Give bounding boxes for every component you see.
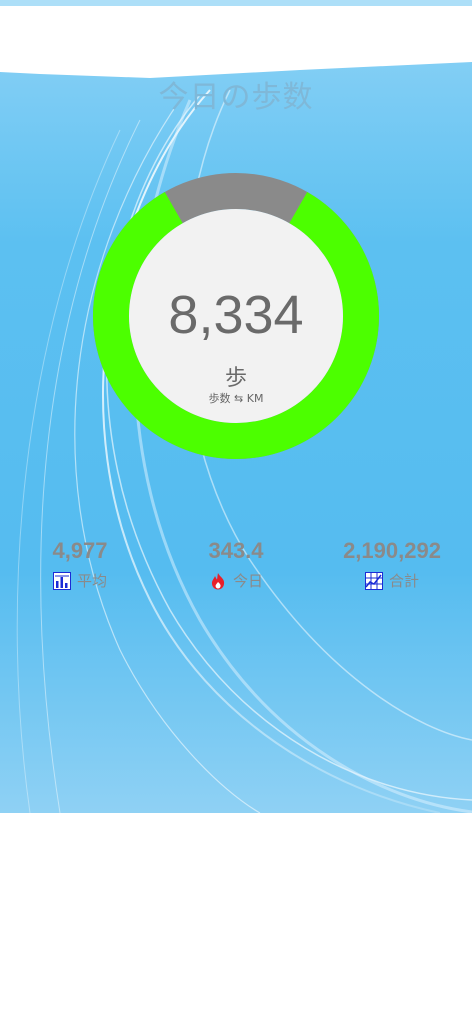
page-title: 今日の歩数 xyxy=(158,80,314,115)
app-screen: 今日の歩数 8,334 歩 歩数 ⇆ KM 4,977 平均 343.4 今日 … xyxy=(0,0,472,1024)
grid-chart-icon xyxy=(364,571,383,590)
flame-icon xyxy=(211,572,225,589)
stat-today[interactable]: 343.4 今日 xyxy=(156,538,316,591)
header-wave xyxy=(0,0,472,78)
bar-chart-icon xyxy=(52,571,71,590)
stat-average-label: 平均 xyxy=(76,572,107,590)
stat-today-label: 今日 xyxy=(232,572,263,590)
stat-total-label: 合計 xyxy=(388,572,419,590)
stat-total[interactable]: 2,190,292 合計 xyxy=(312,538,472,591)
stat-average-value: 4,977 xyxy=(52,538,108,563)
step-unit-label: 歩 xyxy=(224,366,247,391)
stat-total-value: 2,190,292 xyxy=(343,538,441,563)
unit-toggle-button[interactable]: 歩数 ⇆ KM xyxy=(0,390,472,406)
stat-average[interactable]: 4,977 平均 xyxy=(0,538,160,591)
stat-today-value: 343.4 xyxy=(208,538,264,563)
step-count: 8,334 xyxy=(168,285,304,345)
